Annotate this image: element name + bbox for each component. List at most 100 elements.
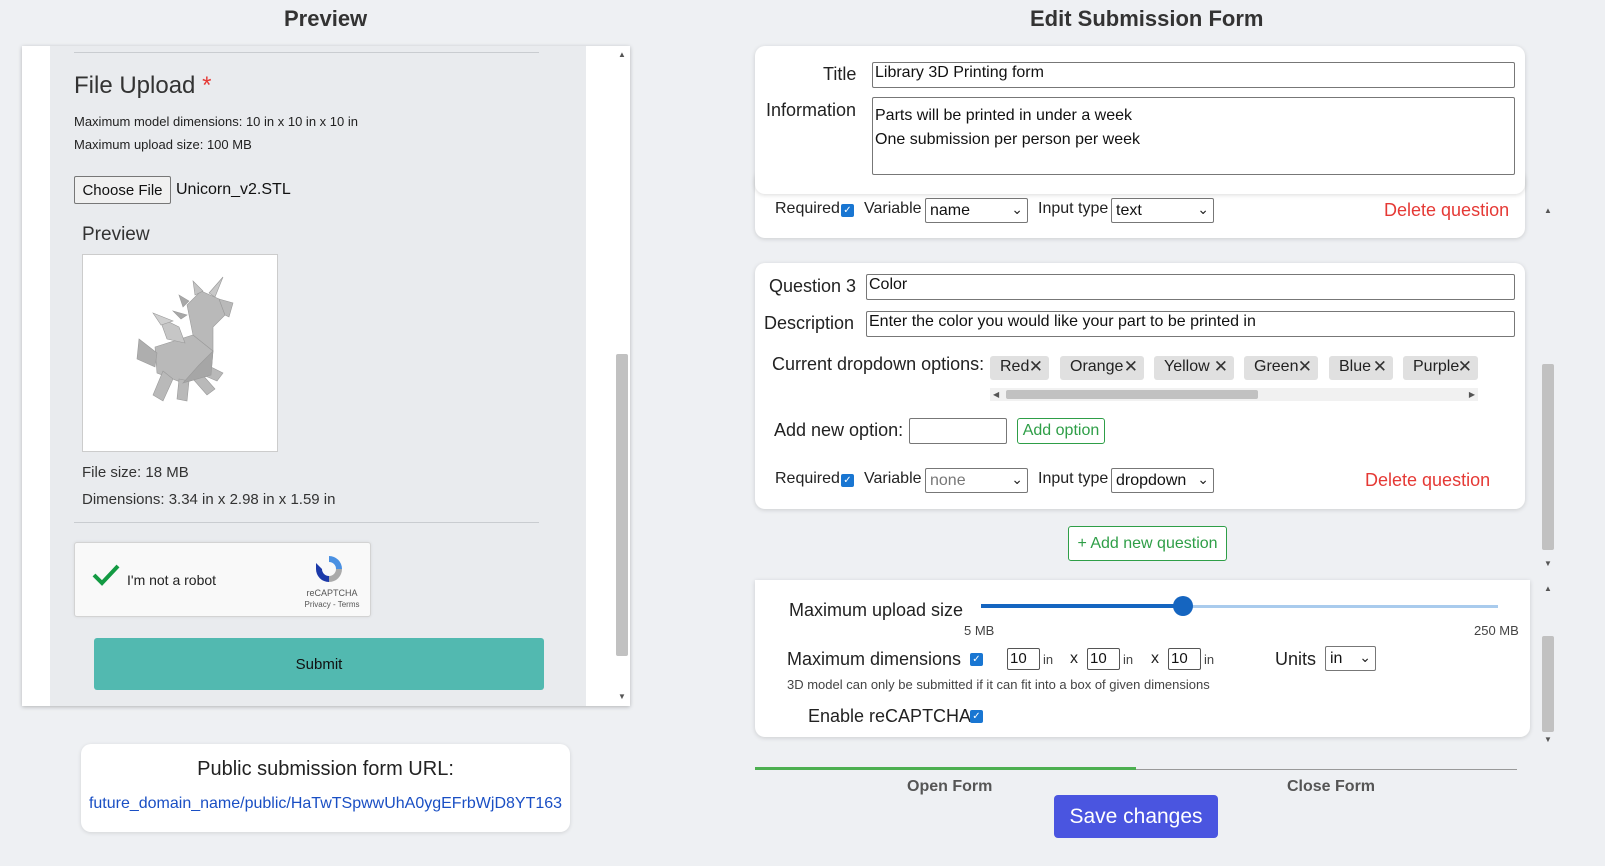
q3-variable-label: Variable (864, 470, 922, 487)
q3-input-type-select[interactable]: dropdown ⌄ (1111, 468, 1214, 493)
title-input[interactable]: Library 3D Printing form (872, 62, 1515, 88)
remove-option-icon[interactable]: ✕ (1458, 357, 1472, 377)
scroll-up-arrow-icon[interactable]: ▲ (1541, 584, 1555, 593)
scroll-down-arrow-icon[interactable]: ▼ (614, 692, 630, 702)
max-dimensions-label: Maximum dimensions (787, 649, 962, 669)
option-chip: Red ✕ (990, 356, 1049, 380)
scrollbar-thumb[interactable] (1542, 636, 1554, 732)
upload-size-slider-handle[interactable] (1172, 596, 1193, 616)
q3-description-input[interactable]: Enter the color you would like your part… (866, 311, 1515, 337)
option-chip-label: Red (1000, 358, 1030, 375)
chevron-down-icon: ⌄ (1197, 201, 1209, 217)
model-preview-label: Preview (82, 224, 150, 245)
tab-open-indicator (755, 767, 1136, 770)
remove-option-icon[interactable]: ✕ (1373, 357, 1387, 377)
remove-option-icon[interactable]: ✕ (1298, 357, 1312, 377)
tab-close-indicator (1136, 769, 1517, 770)
q2-variable-value: name (930, 202, 971, 219)
recaptcha-links[interactable]: Privacy - Terms (297, 600, 367, 609)
max-upload-label: Maximum upload size (789, 600, 964, 620)
q2-input-type-value: text (1116, 202, 1142, 219)
file-upload-title-text: File Upload (74, 72, 196, 99)
q3-add-option-input[interactable] (909, 418, 1007, 444)
units-select[interactable]: in ⌄ (1325, 646, 1376, 671)
chevron-down-icon: ⌄ (1197, 471, 1209, 487)
max-upload-text: Maximum upload size: 100 MB (74, 137, 252, 152)
q2-input-type-select[interactable]: text ⌄ (1111, 198, 1214, 223)
form-preview-frame: File Upload * Maximum model dimensions: … (22, 46, 630, 706)
dim-x-unit: in (1043, 652, 1054, 667)
public-url-link[interactable]: future_domain_name/public/HaTwTSpwwUhA0y… (81, 795, 570, 813)
recaptcha-widget[interactable]: I'm not a robot reCAPTCHA Privacy - Term… (74, 542, 371, 617)
divider (74, 52, 539, 53)
dim-z-input[interactable]: 10 (1168, 648, 1201, 670)
add-new-question-button[interactable]: + Add new question (1068, 526, 1227, 561)
options-horizontal-scrollbar[interactable]: ◀ ▶ (990, 388, 1478, 401)
information-line-1: Parts will be printed in under a week (875, 107, 1133, 124)
scroll-up-arrow-icon[interactable]: ▲ (1541, 206, 1555, 215)
recaptcha-logo-icon (316, 556, 342, 582)
scroll-left-arrow-icon[interactable]: ◀ (993, 388, 999, 401)
times-sign: x (1151, 650, 1159, 667)
q3-input-type-value: dropdown (1116, 472, 1187, 489)
q2-delete-question[interactable]: Delete question (1384, 200, 1509, 221)
option-chip: Orange ✕ (1060, 356, 1144, 380)
recaptcha-setting-checkbox[interactable]: ✓ (970, 710, 983, 723)
editor-heading: Edit Submission Form (1030, 6, 1264, 31)
q3-description-label: Description (764, 313, 855, 333)
dim-y-input[interactable]: 10 (1087, 648, 1120, 670)
q3-title-input[interactable]: Color (866, 274, 1515, 300)
checkmark-icon (92, 564, 120, 586)
q2-input-type-label: Input type (1038, 200, 1109, 217)
q2-variable-select[interactable]: name ⌄ (925, 198, 1028, 223)
information-line-2: One submission per person per week (875, 131, 1141, 148)
divider (74, 522, 539, 523)
file-size-text: File size: 18 MB (82, 464, 189, 481)
q2-variable-label: Variable (864, 200, 922, 217)
tab-close-form[interactable]: Close Form (1287, 778, 1375, 796)
scroll-up-arrow-icon[interactable]: ▲ (614, 50, 630, 60)
q2-required-checkbox[interactable]: ✓ (841, 204, 854, 217)
times-sign: x (1070, 650, 1078, 667)
information-textarea[interactable]: Parts will be printed in under a week On… (872, 97, 1515, 175)
add-option-button[interactable]: Add option (1017, 418, 1105, 444)
remove-option-icon[interactable]: ✕ (1214, 357, 1228, 377)
q3-options-label: Current dropdown options: (772, 354, 985, 374)
q3-delete-question[interactable]: Delete question (1365, 470, 1490, 491)
preview-heading: Preview (284, 6, 368, 31)
scrollbar-thumb[interactable] (1542, 364, 1554, 550)
scroll-right-arrow-icon[interactable]: ▶ (1469, 388, 1475, 401)
dim-x-input[interactable]: 10 (1007, 648, 1040, 670)
tab-open-form[interactable]: Open Form (907, 778, 992, 796)
choose-file-button[interactable]: Choose File (74, 176, 171, 204)
option-chip-label: Green (1254, 358, 1299, 375)
required-asterisk: * (202, 72, 212, 99)
scrollbar-thumb[interactable] (616, 354, 628, 656)
scroll-down-arrow-icon[interactable]: ▼ (1541, 735, 1555, 744)
settings-scrollbar[interactable]: ▲ ▼ (1541, 582, 1555, 744)
q3-label: Question 3 (769, 276, 857, 296)
unicorn-model-image (136, 276, 234, 402)
chevron-down-icon: ⌄ (1011, 471, 1023, 487)
q3-variable-select[interactable]: none ⌄ (925, 468, 1028, 493)
form-info-card: Title Library 3D Printing form Informati… (755, 46, 1525, 194)
slider-max-label: 250 MB (1474, 623, 1519, 638)
remove-option-icon[interactable]: ✕ (1124, 357, 1138, 377)
max-dimensions-checkbox[interactable]: ✓ (970, 653, 983, 666)
q3-required-checkbox[interactable]: ✓ (841, 474, 854, 487)
save-changes-button[interactable]: Save changes (1054, 795, 1218, 838)
scrollbar-thumb[interactable] (1006, 390, 1258, 399)
preview-scrollbar[interactable]: ▲ ▼ (614, 46, 630, 706)
option-chip: Green ✕ (1244, 356, 1318, 380)
model-preview-viewport[interactable] (82, 254, 278, 452)
information-label: Information (766, 100, 857, 120)
submit-button[interactable]: Submit (94, 638, 544, 690)
chevron-down-icon: ⌄ (1359, 649, 1371, 665)
public-url-label: Public submission form URL: (197, 758, 454, 780)
option-chip: Purple ✕ (1403, 356, 1478, 380)
questions-scrollbar[interactable]: ▲ ▼ (1541, 204, 1555, 568)
scroll-down-arrow-icon[interactable]: ▼ (1541, 559, 1555, 568)
file-upload-title: File Upload * (74, 72, 211, 100)
remove-option-icon[interactable]: ✕ (1029, 357, 1043, 377)
form-preview-content: File Upload * Maximum model dimensions: … (50, 46, 586, 706)
